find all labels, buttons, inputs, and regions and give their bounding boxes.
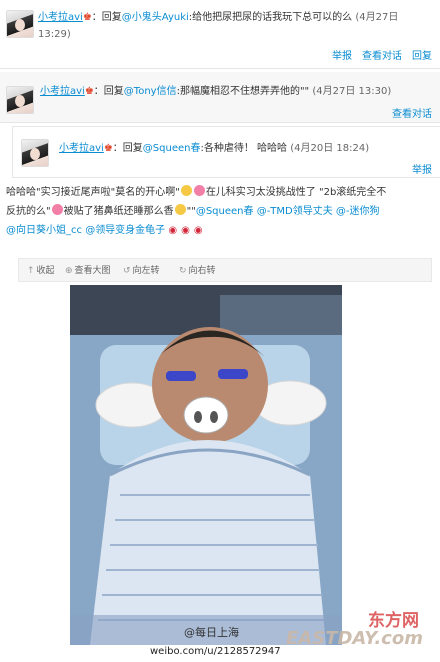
collapse-icon: ↑: [27, 266, 35, 276]
timestamp-cont: 13:29): [38, 29, 71, 40]
vip-crown-icon: ♚: [103, 143, 113, 154]
sleep-emoji-icon: [174, 204, 186, 215]
heart-emoji-icon: [193, 185, 205, 196]
sparkle-emoji-icon: [180, 185, 192, 196]
sina-watermark: @每日上海: [184, 626, 239, 639]
avatar[interactable]: [6, 86, 34, 114]
mention-link[interactable]: @-TMD领导丈夫: [257, 206, 333, 217]
username-link[interactable]: 小考拉avi: [40, 86, 85, 97]
view-conversation-link[interactable]: 查看对话: [392, 109, 432, 120]
mention-link[interactable]: @小鬼头Ayuki: [122, 12, 189, 23]
mention-link[interactable]: @领导变身金龟子: [85, 225, 165, 236]
image-toolbar: ↑ 收起 ⊕ 查看大图 ↺ 向左转 ↻ 向右转: [18, 258, 432, 282]
username-link[interactable]: 小考拉avi: [59, 143, 104, 154]
weibo-url: weibo.com/u/2128572947: [150, 646, 281, 657]
lips-emoji-icon: ◉: [193, 225, 203, 236]
reply-actions: 查看对话: [382, 105, 432, 120]
username-link[interactable]: 小考拉avi: [38, 12, 83, 23]
vip-crown-icon: ♚: [84, 86, 94, 97]
post-text: 哈哈哈"实习接近尾声啦"莫名的开心啊" 在儿科实习太没挑战性了 "2b滚纸完全不 …: [6, 185, 387, 236]
reply-item-2: 小考拉avi♚：回复@Tony信信:那幅魔相忍不住想弄弄他的"" (4月27日 …: [0, 72, 440, 123]
view-conversation-link[interactable]: 查看对话: [362, 51, 402, 62]
lips-emoji-icon: ◉: [181, 225, 190, 236]
reply-content: 小考拉avi♚：回复@Squeen春:各种虐待！ 哈哈哈 (4月20日 18:2…: [59, 143, 370, 154]
collapse-button[interactable]: ↑ 收起: [27, 263, 55, 276]
smile-emoji-icon: [51, 204, 63, 215]
baby-photo-illustration: [70, 285, 342, 645]
mention-link[interactable]: @Squeen春: [143, 143, 201, 154]
reply-content: 小考拉avi♚：回复@小鬼头Ayuki:给他把尿把尿的话我玩下总可以的么 (4月…: [38, 12, 399, 23]
timestamp: (4月27日: [355, 12, 399, 23]
report-link[interactable]: 举报: [332, 51, 352, 62]
view-large-button[interactable]: ⊕ 查看大图: [65, 263, 111, 276]
avatar[interactable]: [21, 139, 49, 167]
reply-actions: 举报: [402, 161, 432, 176]
report-link[interactable]: 举报: [412, 165, 432, 176]
mention-link[interactable]: @-迷你狗: [336, 206, 380, 217]
rotate-right-button[interactable]: ↻ 向右转: [179, 263, 216, 276]
vip-crown-icon: ♚: [82, 12, 92, 23]
reply-item-3: 小考拉avi♚：回复@Squeen春:各种虐待！ 哈哈哈 (4月20日 18:2…: [12, 126, 440, 178]
timestamp: (4月27日 13:30): [312, 86, 392, 97]
post-photo[interactable]: [70, 285, 342, 645]
timestamp: (4月20日 18:24): [290, 143, 370, 154]
reply-content: 小考拉avi♚：回复@Tony信信:那幅魔相忍不住想弄弄他的"" (4月27日 …: [40, 86, 392, 97]
rotate-right-icon: ↻: [179, 266, 187, 276]
avatar[interactable]: [6, 10, 34, 38]
rotate-left-icon: ↺: [123, 266, 131, 276]
lips-emoji-icon: ◉: [168, 225, 178, 236]
mention-link[interactable]: @向日葵小姐_cc: [6, 225, 82, 236]
reply-actions: 举报 查看对话 回复: [322, 47, 432, 62]
mention-link[interactable]: @Squeen春: [196, 206, 254, 217]
magnify-icon: ⊕: [65, 266, 73, 276]
eastday-url: EASTDAY.com: [286, 628, 423, 649]
reply-link[interactable]: 回复: [412, 51, 432, 62]
mention-link[interactable]: @Tony信信: [124, 86, 177, 97]
reply-item-1: 小考拉avi♚：回复@小鬼头Ayuki:给他把尿把尿的话我玩下总可以的么 (4月…: [0, 0, 440, 69]
rotate-left-button[interactable]: ↺ 向左转: [123, 263, 160, 276]
